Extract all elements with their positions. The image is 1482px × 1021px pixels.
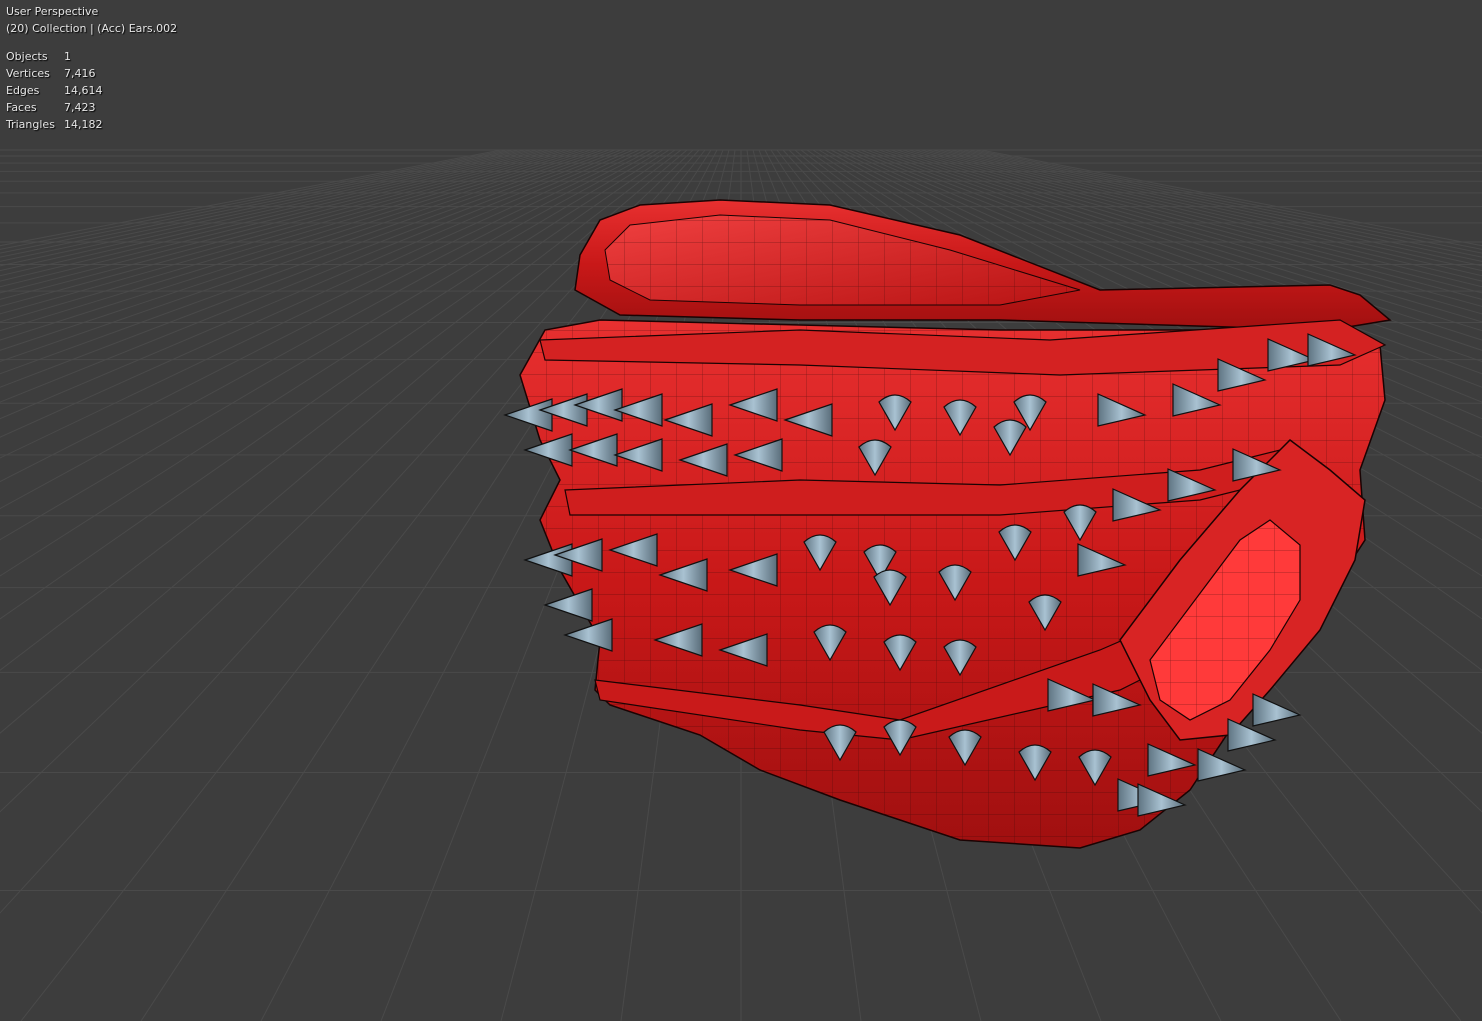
stat-value: 7,423 — [64, 101, 96, 114]
stat-value: 1 — [64, 50, 71, 63]
collection-info: (20) Collection | (Acc) Ears.002 — [6, 22, 178, 35]
stat-row-triangles: Triangles 14,182 — [6, 116, 177, 133]
stat-label: Faces — [6, 101, 37, 114]
spike — [1252, 693, 1302, 727]
scene-statistics: Objects 1 Vertices 7,416 Edges 14,614 Fa… — [6, 48, 177, 133]
stat-value: 7,416 — [64, 67, 96, 80]
stat-row-vertices: Vertices 7,416 — [6, 65, 177, 82]
stat-label: Triangles — [6, 118, 55, 131]
mesh-object-ears[interactable] — [0, 0, 1482, 1021]
stat-value: 14,614 — [64, 84, 103, 97]
viewport-text-overlay: User Perspective (20) Collection | (Acc)… — [6, 3, 177, 133]
stat-label: Vertices — [6, 67, 50, 80]
spike — [1197, 748, 1247, 782]
stat-value: 14,182 — [64, 118, 103, 131]
view-name: User Perspective — [6, 5, 99, 18]
stat-label: Objects — [6, 50, 48, 63]
stat-row-faces: Faces 7,423 — [6, 99, 177, 116]
stat-row-objects: Objects 1 — [6, 48, 177, 65]
spike — [543, 588, 593, 622]
spike — [1227, 718, 1277, 752]
spike — [563, 618, 613, 652]
stat-label: Edges — [6, 84, 40, 97]
spike — [523, 543, 573, 577]
stat-row-edges: Edges 14,614 — [6, 82, 177, 99]
3d-viewport[interactable]: User Perspective (20) Collection | (Acc)… — [0, 0, 1482, 1021]
